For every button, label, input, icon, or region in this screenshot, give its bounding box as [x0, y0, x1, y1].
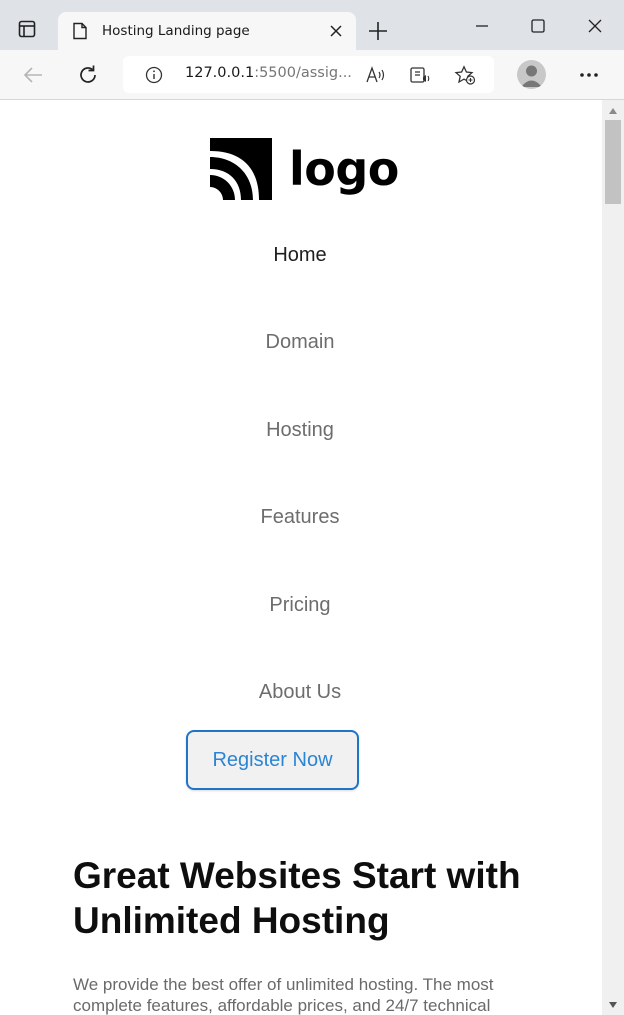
- info-icon[interactable]: [145, 66, 163, 84]
- back-arrow-icon[interactable]: [20, 62, 46, 88]
- logo-mark-icon: [210, 138, 272, 200]
- hero-description: We provide the best offer of unlimited h…: [73, 975, 494, 1015]
- scroll-down-arrow-icon[interactable]: [609, 1002, 617, 1008]
- nav-features[interactable]: Features: [0, 506, 600, 529]
- favorites-add-icon[interactable]: [454, 65, 476, 85]
- scroll-thumb[interactable]: [605, 120, 621, 204]
- plus-icon[interactable]: [366, 19, 390, 43]
- browser-titlebar: Hosting Landing page: [0, 0, 624, 50]
- close-icon[interactable]: [328, 23, 344, 39]
- url-text[interactable]: 127.0.0.1:5500/assig...: [185, 65, 352, 81]
- immersive-reader-icon[interactable]: [409, 65, 431, 85]
- maximize-icon[interactable]: [526, 14, 550, 38]
- site-logo[interactable]: logo: [210, 138, 399, 200]
- register-now-button[interactable]: Register Now: [186, 730, 359, 790]
- url-path: :5500/assig...: [254, 65, 352, 81]
- nav-about-us[interactable]: About Us: [0, 681, 600, 704]
- nav-hosting[interactable]: Hosting: [0, 419, 600, 442]
- logo-text: logo: [289, 142, 399, 196]
- close-window-icon[interactable]: [583, 14, 607, 38]
- page-viewport: logo Home Domain Hosting Features Pricin…: [0, 100, 602, 1015]
- tab-actions-icon: [18, 20, 36, 38]
- tab-title: Hosting Landing page: [102, 23, 250, 39]
- read-aloud-icon[interactable]: [365, 65, 387, 85]
- profile-avatar-icon[interactable]: [517, 60, 546, 89]
- browser-toolbar: 127.0.0.1:5500/assig...: [0, 50, 624, 100]
- nav-pricing[interactable]: Pricing: [0, 594, 600, 617]
- browser-tab[interactable]: Hosting Landing page: [58, 12, 356, 50]
- minimize-icon[interactable]: [470, 14, 494, 38]
- address-bar[interactable]: 127.0.0.1:5500/assig...: [123, 56, 494, 93]
- page-icon: [73, 22, 87, 40]
- more-icon[interactable]: [576, 64, 602, 86]
- hero-title: Great Websites Start with Unlimited Host…: [73, 855, 521, 941]
- nav-home[interactable]: Home: [0, 244, 600, 267]
- vertical-scrollbar[interactable]: [602, 100, 624, 1015]
- nav-domain[interactable]: Domain: [0, 331, 600, 354]
- scroll-up-arrow-icon[interactable]: [609, 108, 617, 114]
- refresh-icon[interactable]: [75, 62, 101, 88]
- url-host: 127.0.0.1: [185, 65, 255, 81]
- tab-actions-button[interactable]: [12, 14, 42, 44]
